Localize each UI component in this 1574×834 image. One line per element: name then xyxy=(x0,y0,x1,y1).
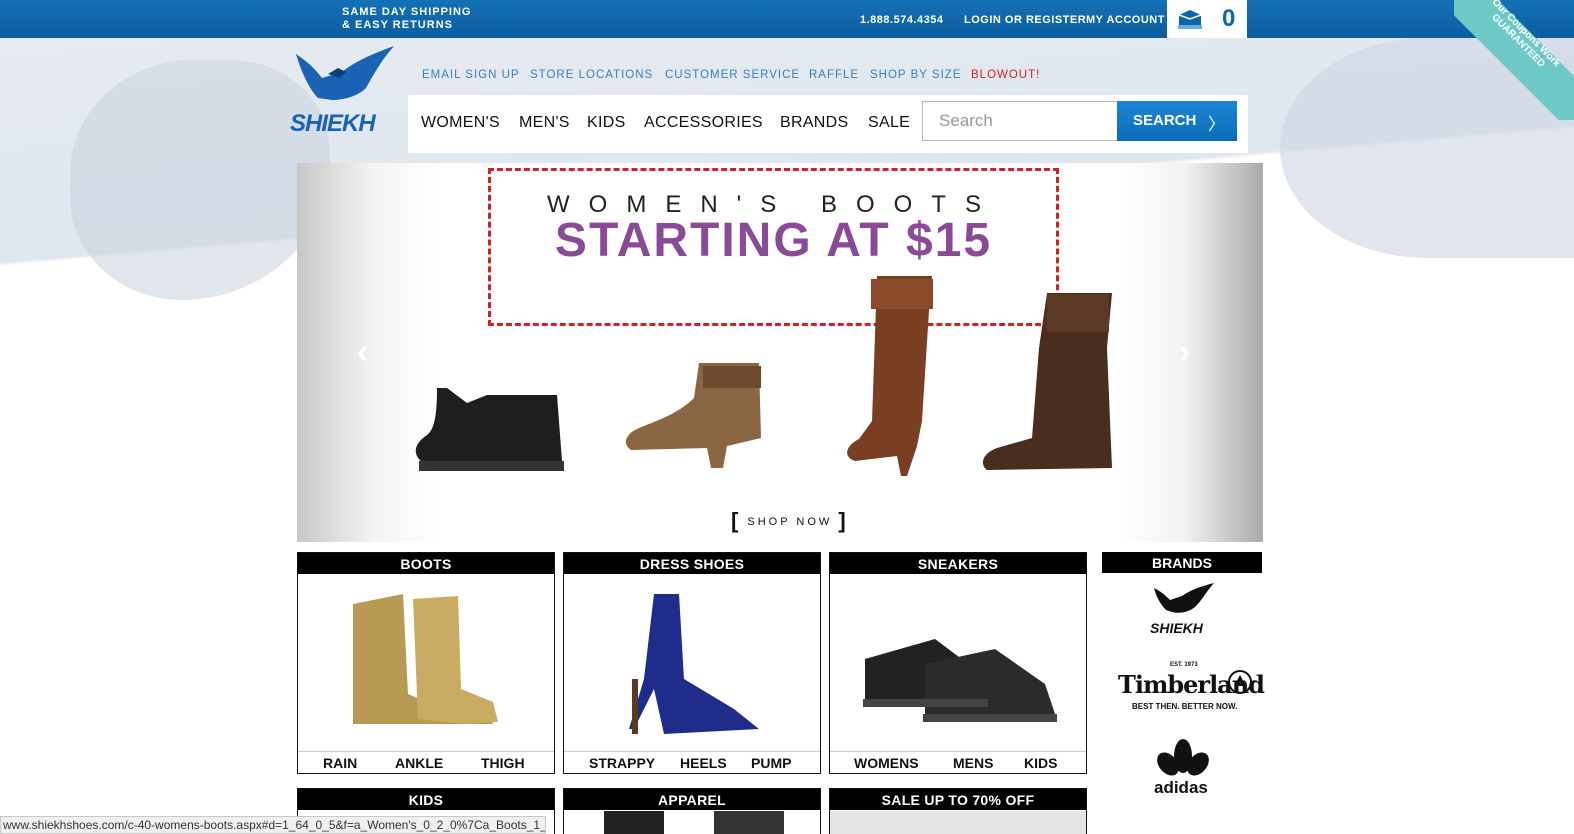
heeled-bootie-brown-image xyxy=(625,363,761,468)
shipping-promo: SAME DAY SHIPPING & EASY RETURNS xyxy=(342,6,471,32)
brand-adidas-text: adidas xyxy=(1154,778,1208,797)
email-signup-link[interactable]: EMAIL SIGN UP xyxy=(422,69,520,81)
brand-shiekh[interactable]: SHIEKH xyxy=(1150,582,1216,642)
black-sneakers-image xyxy=(863,639,1057,722)
category-link-ankle[interactable]: ANKLE xyxy=(395,755,443,771)
category-link-heels[interactable]: HEELS xyxy=(680,755,727,771)
brand-timberland-tagline: BEST THEN. BETTER NOW. xyxy=(1132,702,1238,711)
shop-now-link[interactable]: [ SHOP NOW ] xyxy=(731,505,849,533)
category-title: SNEAKERS xyxy=(830,553,1086,574)
shoebox-cart-icon xyxy=(1178,10,1202,29)
nav-brands[interactable]: BRANDS xyxy=(780,114,848,132)
customer-service-link[interactable]: CUSTOMER SERVICE xyxy=(665,69,800,81)
my-account-link[interactable]: MY ACCOUNT xyxy=(1086,14,1165,26)
tree-icon xyxy=(1228,670,1252,694)
category-title: BOOTS xyxy=(298,553,554,574)
category-link-strappy[interactable]: STRAPPY xyxy=(589,755,655,771)
nav-womens[interactable]: WOMEN'S xyxy=(421,114,500,132)
trefoil-icon xyxy=(1157,739,1209,776)
category-tile-sneakers[interactable]: SNEAKERS WOMENS MENS KIDS xyxy=(829,552,1087,774)
bracket-right-icon: ] xyxy=(838,508,849,533)
category-tile-boots[interactable]: BOOTS RAIN ANKLE THIGH xyxy=(297,552,555,774)
raffle-link[interactable]: RAFFLE xyxy=(809,69,859,81)
category-link-womens[interactable]: WOMENS xyxy=(854,755,919,771)
search-button[interactable]: SEARCH 〉 xyxy=(1117,101,1237,141)
coupon-guarantee-ribbon[interactable]: Our Coupons Work GUARANTEED xyxy=(1454,0,1574,120)
category-links: STRAPPY HEELS PUMP xyxy=(564,751,820,773)
category-title: KIDS xyxy=(298,789,554,810)
category-title: DRESS SHOES xyxy=(564,553,820,574)
search-input[interactable]: Search xyxy=(922,101,1118,141)
category-title: SALE UP TO 70% OFF xyxy=(830,789,1086,810)
category-title: APPAREL xyxy=(564,789,820,810)
chevron-right-icon: 〉 xyxy=(1208,115,1225,134)
blowout-link[interactable]: BLOWOUT! xyxy=(971,69,1040,81)
browser-status-url: www.shiekhshoes.com/c-40-womens-boots.as… xyxy=(0,816,546,834)
search-button-label: SEARCH xyxy=(1133,112,1197,129)
category-links: WOMENS MENS KIDS xyxy=(830,751,1086,773)
shipping-line-1: SAME DAY SHIPPING xyxy=(342,6,472,18)
hero-promo-box: WOMEN'S BOOTS STARTING AT $15 xyxy=(488,168,1059,326)
brand-timberland[interactable]: EST. 1973 Timberland BEST THEN. BETTER N… xyxy=(1118,660,1265,716)
category-tile-apparel[interactable]: APPAREL xyxy=(563,788,821,834)
shop-by-size-link[interactable]: SHOP BY SIZE xyxy=(870,69,961,81)
category-link-rain[interactable]: RAIN xyxy=(323,755,357,771)
sparkle-boot-image xyxy=(353,594,498,724)
sale-image xyxy=(830,811,1086,834)
carousel-prev-arrow[interactable]: ‹ xyxy=(357,333,387,373)
slouch-boot-brown-image xyxy=(982,293,1112,470)
hero-carousel[interactable]: WOMEN'S BOOTS STARTING AT $15 ‹ › [ SHOP… xyxy=(297,163,1263,542)
store-locations-link[interactable]: STORE LOCATIONS xyxy=(530,69,653,81)
category-tile-sale[interactable]: SALE UP TO 70% OFF xyxy=(829,788,1087,834)
cart-count: 0 xyxy=(1222,5,1236,32)
brand-timberland-est: EST. 1973 xyxy=(1170,662,1198,668)
login-register-link[interactable]: LOGIN OR REGISTER xyxy=(964,14,1086,26)
eagle-icon xyxy=(1154,583,1214,613)
shipping-line-2: & EASY RETURNS xyxy=(342,19,453,31)
nav-mens[interactable]: MEN'S xyxy=(519,114,570,132)
apparel-image-2 xyxy=(714,811,784,834)
category-link-thigh[interactable]: THIGH xyxy=(481,755,525,771)
nav-sale[interactable]: SALE xyxy=(868,114,910,132)
top-bar: SAME DAY SHIPPING & EASY RETURNS 1.888.5… xyxy=(0,0,1574,38)
cart-button[interactable]: 0 xyxy=(1167,0,1247,38)
category-link-pump[interactable]: PUMP xyxy=(751,755,791,771)
nav-kids[interactable]: KIDS xyxy=(587,114,626,132)
category-link-kids[interactable]: KIDS xyxy=(1024,755,1057,771)
category-tile-dress-shoes[interactable]: DRESS SHOES STRAPPY HEELS PUMP xyxy=(563,552,821,774)
site-logo[interactable]: SHIEKH xyxy=(288,44,396,140)
bracket-left-icon: [ xyxy=(731,508,742,533)
knee-boot-cognac-image xyxy=(847,276,933,476)
category-image xyxy=(830,574,1086,751)
hero-title: STARTING AT $15 xyxy=(554,214,993,267)
strappy-heel-image xyxy=(629,594,759,734)
category-link-mens[interactable]: MENS xyxy=(953,755,993,771)
logo-text: SHIEKH xyxy=(290,110,376,137)
brand-adidas[interactable]: adidas xyxy=(1150,738,1216,800)
apparel-image xyxy=(604,811,664,834)
brand-shiekh-text: SHIEKH xyxy=(1150,620,1203,636)
shop-now-label: SHOP NOW xyxy=(747,516,833,528)
phone-number[interactable]: 1.888.574.4354 xyxy=(860,14,943,26)
category-image xyxy=(564,574,820,751)
nav-accessories[interactable]: ACCESSORIES xyxy=(644,114,763,132)
category-image xyxy=(298,574,554,751)
brands-title: BRANDS xyxy=(1102,552,1262,573)
carousel-next-arrow[interactable]: › xyxy=(1179,333,1209,373)
ankle-boot-black-image xyxy=(415,388,564,471)
category-links: RAIN ANKLE THIGH xyxy=(298,751,554,773)
